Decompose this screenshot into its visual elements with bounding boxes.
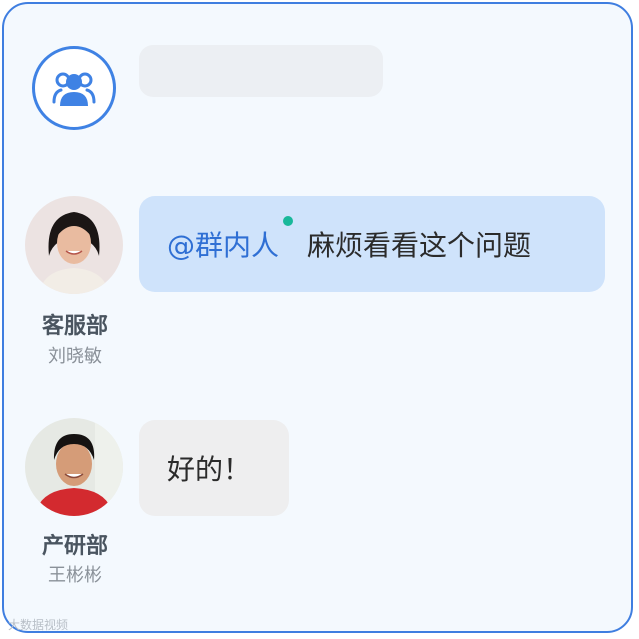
sender-name: 王彬彬 [48, 565, 102, 586]
chat-title-placeholder [139, 45, 383, 97]
watermark: 大数据视频 [8, 618, 69, 632]
sender-department: 产研部 [41, 534, 108, 559]
sender-department: 客服部 [41, 314, 108, 339]
group-icon [52, 72, 96, 106]
message-text: 麻烦看看这个问题 [307, 229, 532, 262]
message-text: 好的！ [167, 453, 252, 486]
mention-tag[interactable]: @群内人 [167, 216, 294, 264]
sender-name: 刘晓敏 [48, 346, 102, 367]
message-bubble[interactable]: 好的！ [139, 420, 289, 516]
status-dot [283, 216, 294, 226]
avatar[interactable] [25, 418, 123, 516]
mention-text: @群内人 [167, 229, 280, 262]
message-bubble[interactable]: @群内人 麻烦看看这个问题 [139, 196, 605, 292]
group-avatar[interactable] [32, 46, 116, 130]
avatar[interactable] [25, 196, 123, 294]
